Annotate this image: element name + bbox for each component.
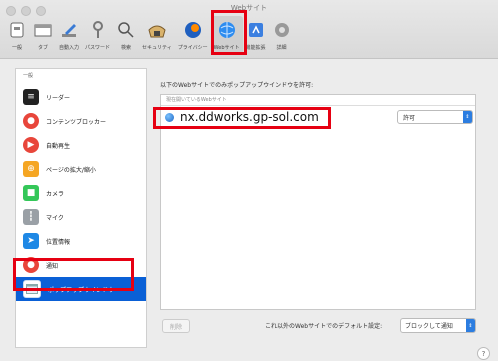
toolbar-label: 自動入力 [59,45,80,51]
toolbar-autofill[interactable]: 自動入力 [56,16,82,54]
default-setting-label: これ以外のWebサイトでのデフォルト設定: [265,323,383,330]
toolbar-passwords[interactable]: パスワード [82,16,113,54]
default-setting-select[interactable]: ブロックして通知 ⇕ [400,318,476,333]
toolbar-label: 一般 [11,45,22,51]
microphone-icon: ┇ [23,209,39,225]
sidebar-item-label: ページの拡大/縮小 [46,166,96,174]
zoom-icon: ⊕ [23,161,39,177]
switch-icon [7,20,27,40]
security-icon [147,20,167,40]
site-setting-select[interactable]: 許可 ⇕ [397,110,473,124]
autoplay-icon: ▶ [23,137,39,153]
sidebar-item-label: 自動再生 [46,142,71,150]
search-icon [116,20,136,40]
sidebar-item-page-zoom[interactable]: ⊕ ページの拡大/縮小 [16,157,146,181]
sidebar-item-location[interactable]: ➤ 位置情報 [16,229,146,253]
toolbar-label: 詳細 [276,45,287,51]
sidebar-item-autoplay[interactable]: ▶ 自動再生 [16,133,146,157]
sidebar-item-label: 位置情報 [46,238,71,246]
sidebar-item-label: マイク [46,214,64,222]
toolbar-label: プライバシー [177,45,208,51]
toolbar-search[interactable]: 検索 [113,16,139,54]
select-value: ブロックして通知 [405,323,453,330]
sidebar-item-label: カメラ [46,190,65,198]
location-icon: ➤ [23,233,39,249]
camera-icon: ■ [23,185,39,201]
tabs-icon [33,20,53,40]
toolbar-general[interactable]: 一般 [4,16,30,54]
sidebar-item-reader[interactable]: ≡ リーダー [16,85,146,109]
key-icon [88,20,108,40]
reader-icon: ≡ [23,89,39,105]
privacy-icon [183,20,203,40]
highlight-popup-item [13,258,134,291]
toolbar-security[interactable]: セキュリティ [139,16,175,54]
column-header: 現在開いているWebサイト [161,95,475,106]
remove-button[interactable]: 削除 [162,319,190,333]
help-button[interactable]: ? [477,347,490,360]
highlight-websites-tab [211,10,247,55]
sidebar-header: 一般 [23,73,34,79]
allow-label: 以下のWebサイトでのみポップアップウインドウを許可: [160,82,314,89]
toolbar-label: 検索 [121,45,132,51]
sidebar-item-label: リーダー [46,94,71,102]
highlight-site-row [153,107,331,129]
chevron-updown-icon: ⇕ [463,111,472,123]
toolbar-tabs[interactable]: タブ [30,16,56,54]
toolbar-privacy[interactable]: プライバシー [175,16,211,54]
sidebar-item-camera[interactable]: ■ カメラ [16,181,146,205]
sidebar: 一般 ≡ リーダー ● コンテンツブロッカー ▶ 自動再生 ⊕ ページの拡大/縮… [15,68,147,348]
toolbar-label: セキュリティ [142,45,172,51]
pencil-icon [59,20,79,40]
content-blocker-icon: ● [23,113,39,129]
sidebar-item-content-blockers[interactable]: ● コンテンツブロッカー [16,109,146,133]
select-value: 許可 [403,114,416,122]
toolbar: 一般 タブ 自動入力 パスワード 検索 セキュリティ プライバシー Webサイト… [4,16,295,54]
title-bar: Webサイト 一般 タブ 自動入力 パスワード 検索 セキュリティ プライバシー… [0,0,498,59]
preferences-window: Webサイト 一般 タブ 自動入力 パスワード 検索 セキュリティ プライバシー… [0,0,498,361]
chevron-updown-icon: ⇕ [466,319,475,332]
toolbar-label: パスワード [85,45,111,51]
sidebar-item-label: コンテンツブロッカー [46,118,107,126]
sidebar-item-microphone[interactable]: ┇ マイク [16,205,146,229]
window-title: Webサイト [230,4,268,12]
toolbar-advanced[interactable]: 詳細 [269,16,295,54]
toolbar-label: 機能拡張 [245,45,266,51]
extensions-icon [246,20,266,40]
toolbar-label: タブ [37,45,48,51]
gear-icon [272,20,292,40]
